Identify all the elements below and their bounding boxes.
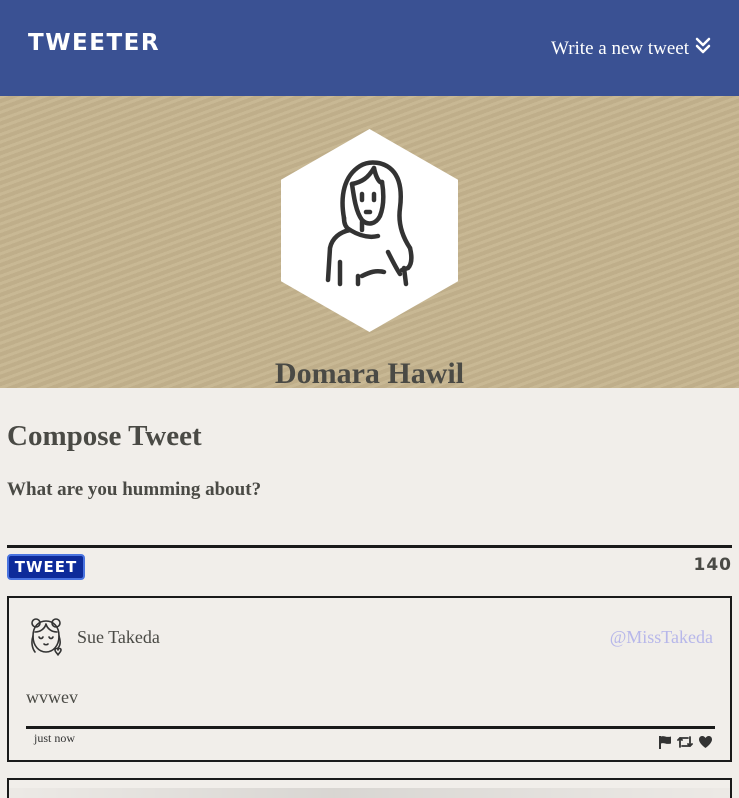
tweet-card: Sue Takeda @MissTakeda wvwev just now [7, 596, 732, 762]
double-chevron-down-icon [695, 37, 711, 61]
tweet-divider [26, 726, 715, 729]
tweet-actions [658, 735, 713, 749]
tweet-author-handle[interactable]: @MissTakeda [610, 627, 713, 648]
write-new-tweet-label: Write a new tweet [551, 38, 689, 59]
tweet-timestamp: just now [34, 731, 76, 745]
character-counter: 140 [693, 555, 732, 575]
woman-avatar-icon [318, 156, 418, 300]
retweet-icon[interactable] [677, 735, 693, 749]
brand-logo[interactable]: TWEETER [28, 30, 160, 56]
tweet-content: wvwev [26, 687, 78, 707]
heart-icon[interactable] [698, 735, 713, 749]
profile-banner: Domara Hawil [0, 96, 739, 390]
tweet-card-shadow [9, 788, 730, 798]
navbar: TWEETER Write a new tweet [0, 0, 739, 96]
write-new-tweet-link[interactable]: Write a new tweet [551, 37, 711, 61]
girl-avatar-icon [27, 616, 65, 662]
compose-tweet-input[interactable] [7, 477, 732, 548]
tweet-button[interactable]: TWEET [7, 554, 85, 580]
flag-icon[interactable] [658, 735, 672, 749]
tweet-author-name: Sue Takeda [77, 627, 160, 647]
profile-name: Domara Hawil [274, 357, 465, 390]
tweet-card-partial [7, 778, 732, 798]
compose-title: Compose Tweet [7, 420, 202, 452]
